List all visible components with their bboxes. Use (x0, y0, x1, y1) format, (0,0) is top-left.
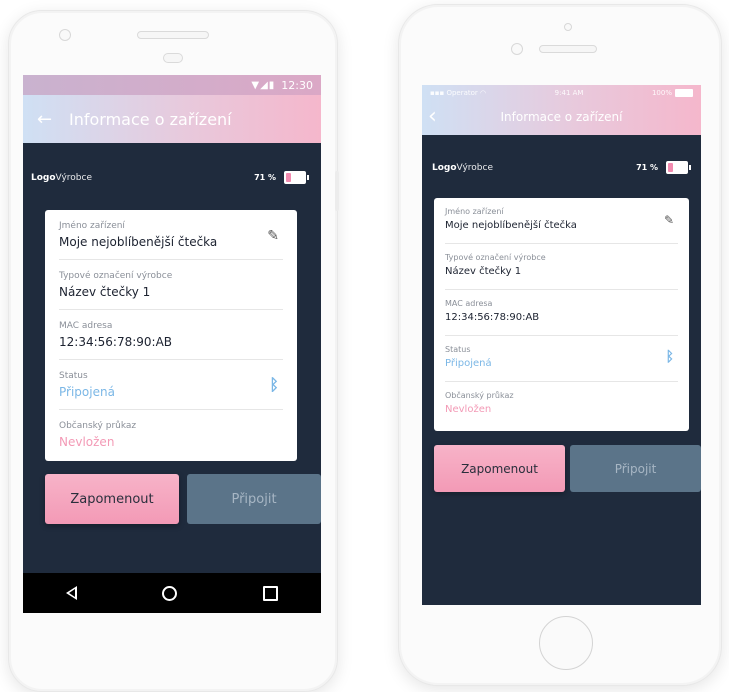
nav-back-icon[interactable] (65, 586, 77, 600)
back-chevron-icon[interactable]: ‹ (428, 106, 437, 128)
field-status: Status Připojená ᛒ (445, 336, 678, 382)
back-arrow-icon[interactable]: ← (37, 109, 52, 130)
field-label: Status (445, 345, 471, 354)
device-battery: 71 % (636, 161, 691, 174)
home-button[interactable] (539, 616, 593, 670)
brand-row: LogoVýrobce 71 % (422, 161, 701, 174)
battery-level (286, 173, 291, 182)
battery-icon (284, 171, 306, 184)
title-bar: ‹ Informace o zařízení (422, 101, 701, 133)
id-card-value: Nevložen (445, 404, 492, 415)
field-id-card: Občanský průkaz Nevložen (59, 410, 283, 459)
field-device-name: Jméno zařízení Moje nejoblíbenější čtečk… (59, 210, 283, 260)
battery-percent: 71 % (254, 173, 276, 182)
field-label: MAC adresa (59, 321, 113, 331)
page-title: Informace o zařízení (69, 109, 232, 129)
field-label: Status (59, 371, 88, 381)
field-model: Typové označení výrobce Název čtečky 1 (445, 244, 678, 290)
ios-status-bar: ▪▪▪ Operator ◠ 9:41 AM 100% (422, 85, 701, 101)
field-label: MAC adresa (445, 299, 493, 308)
page-title: Informace o zařízení (500, 110, 623, 124)
proximity-sensor (511, 43, 523, 55)
id-card-value: Nevložen (59, 435, 115, 449)
bluetooth-icon: ᛒ (665, 349, 674, 365)
carrier: ▪▪▪ Operator ◠ (430, 89, 487, 97)
field-mac-address: MAC adresa 12:34:56:78:90:AB (445, 290, 678, 336)
field-label: Typové označení výrobce (59, 271, 173, 281)
signal-battery-icons: ▼◢▮ (251, 79, 276, 91)
device-info-card: Jméno zařízení Moje nejoblíbenější čtečk… (434, 198, 689, 431)
field-value: 12:34:56:78:90:AB (445, 312, 540, 323)
pencil-icon[interactable]: ✎ (664, 213, 674, 227)
battery-icon (666, 161, 688, 174)
field-value: Moje nejoblíbenější čtečka (445, 220, 577, 231)
manufacturer-logo: LogoVýrobce (432, 162, 493, 173)
status-battery: 100% (652, 89, 693, 97)
iphone-mockup: ▪▪▪ Operator ◠ 9:41 AM 100% ‹ Informace … (398, 4, 722, 686)
front-camera (564, 23, 572, 31)
bluetooth-icon: ᛒ (269, 375, 279, 394)
status-value: Připojená (59, 385, 115, 399)
device-battery: 71 % (254, 171, 309, 184)
field-label: Občanský průkaz (445, 391, 514, 400)
proximity-sensor (163, 53, 183, 63)
status-time: 9:41 AM (554, 89, 584, 97)
field-label: Typové označení výrobce (445, 253, 546, 262)
field-label: Občanský průkaz (59, 421, 137, 431)
field-label: Jméno zařízení (59, 221, 125, 231)
android-status-bar: ▼◢▮ 12:30 (23, 75, 321, 95)
front-camera (59, 29, 71, 41)
connect-button[interactable]: Připojit (570, 445, 701, 492)
android-nav-bar (23, 573, 321, 613)
field-device-name: Jméno zařízení Moje nejoblíbenější čtečk… (445, 198, 678, 244)
battery-level (668, 163, 673, 172)
field-value: Název čtečky 1 (59, 285, 151, 299)
field-mac-address: MAC adresa 12:34:56:78:90:AB (59, 310, 283, 360)
field-value: Moje nejoblíbenější čtečka (59, 235, 218, 249)
connect-button[interactable]: Připojit (187, 474, 321, 524)
android-phone-mockup: ▼◢▮ 12:30 ← Informace o zařízení LogoVýr… (8, 10, 339, 692)
status-time: 12:30 (281, 78, 313, 92)
nav-recents-icon[interactable] (263, 585, 279, 601)
forget-button[interactable]: Zapomenout (434, 445, 565, 492)
field-value: Název čtečky 1 (445, 266, 522, 277)
battery-percent: 71 % (636, 163, 658, 172)
field-status: Status Připojená ᛒ (59, 360, 283, 410)
android-screen: ▼◢▮ 12:30 ← Informace o zařízení LogoVýr… (23, 75, 321, 613)
title-bar: ← Informace o zařízení (23, 99, 321, 139)
side-button (335, 171, 339, 211)
device-info-card: Jméno zařízení Moje nejoblíbenější čtečk… (45, 210, 297, 461)
nav-home-icon[interactable] (162, 585, 178, 601)
field-id-card: Občanský průkaz Nevložen (445, 382, 678, 427)
brand-row: LogoVýrobce 71 % (23, 171, 321, 184)
pencil-icon[interactable]: ✎ (267, 228, 279, 244)
field-value: 12:34:56:78:90:AB (59, 335, 173, 349)
earpiece-speaker (137, 31, 209, 39)
field-model: Typové označení výrobce Název čtečky 1 (59, 260, 283, 310)
field-label: Jméno zařízení (445, 207, 504, 216)
forget-button[interactable]: Zapomenout (45, 474, 179, 524)
earpiece-speaker (539, 45, 597, 53)
manufacturer-logo: LogoVýrobce (31, 172, 92, 183)
status-value: Připojená (445, 358, 492, 369)
ios-screen: ▪▪▪ Operator ◠ 9:41 AM 100% ‹ Informace … (422, 85, 701, 605)
